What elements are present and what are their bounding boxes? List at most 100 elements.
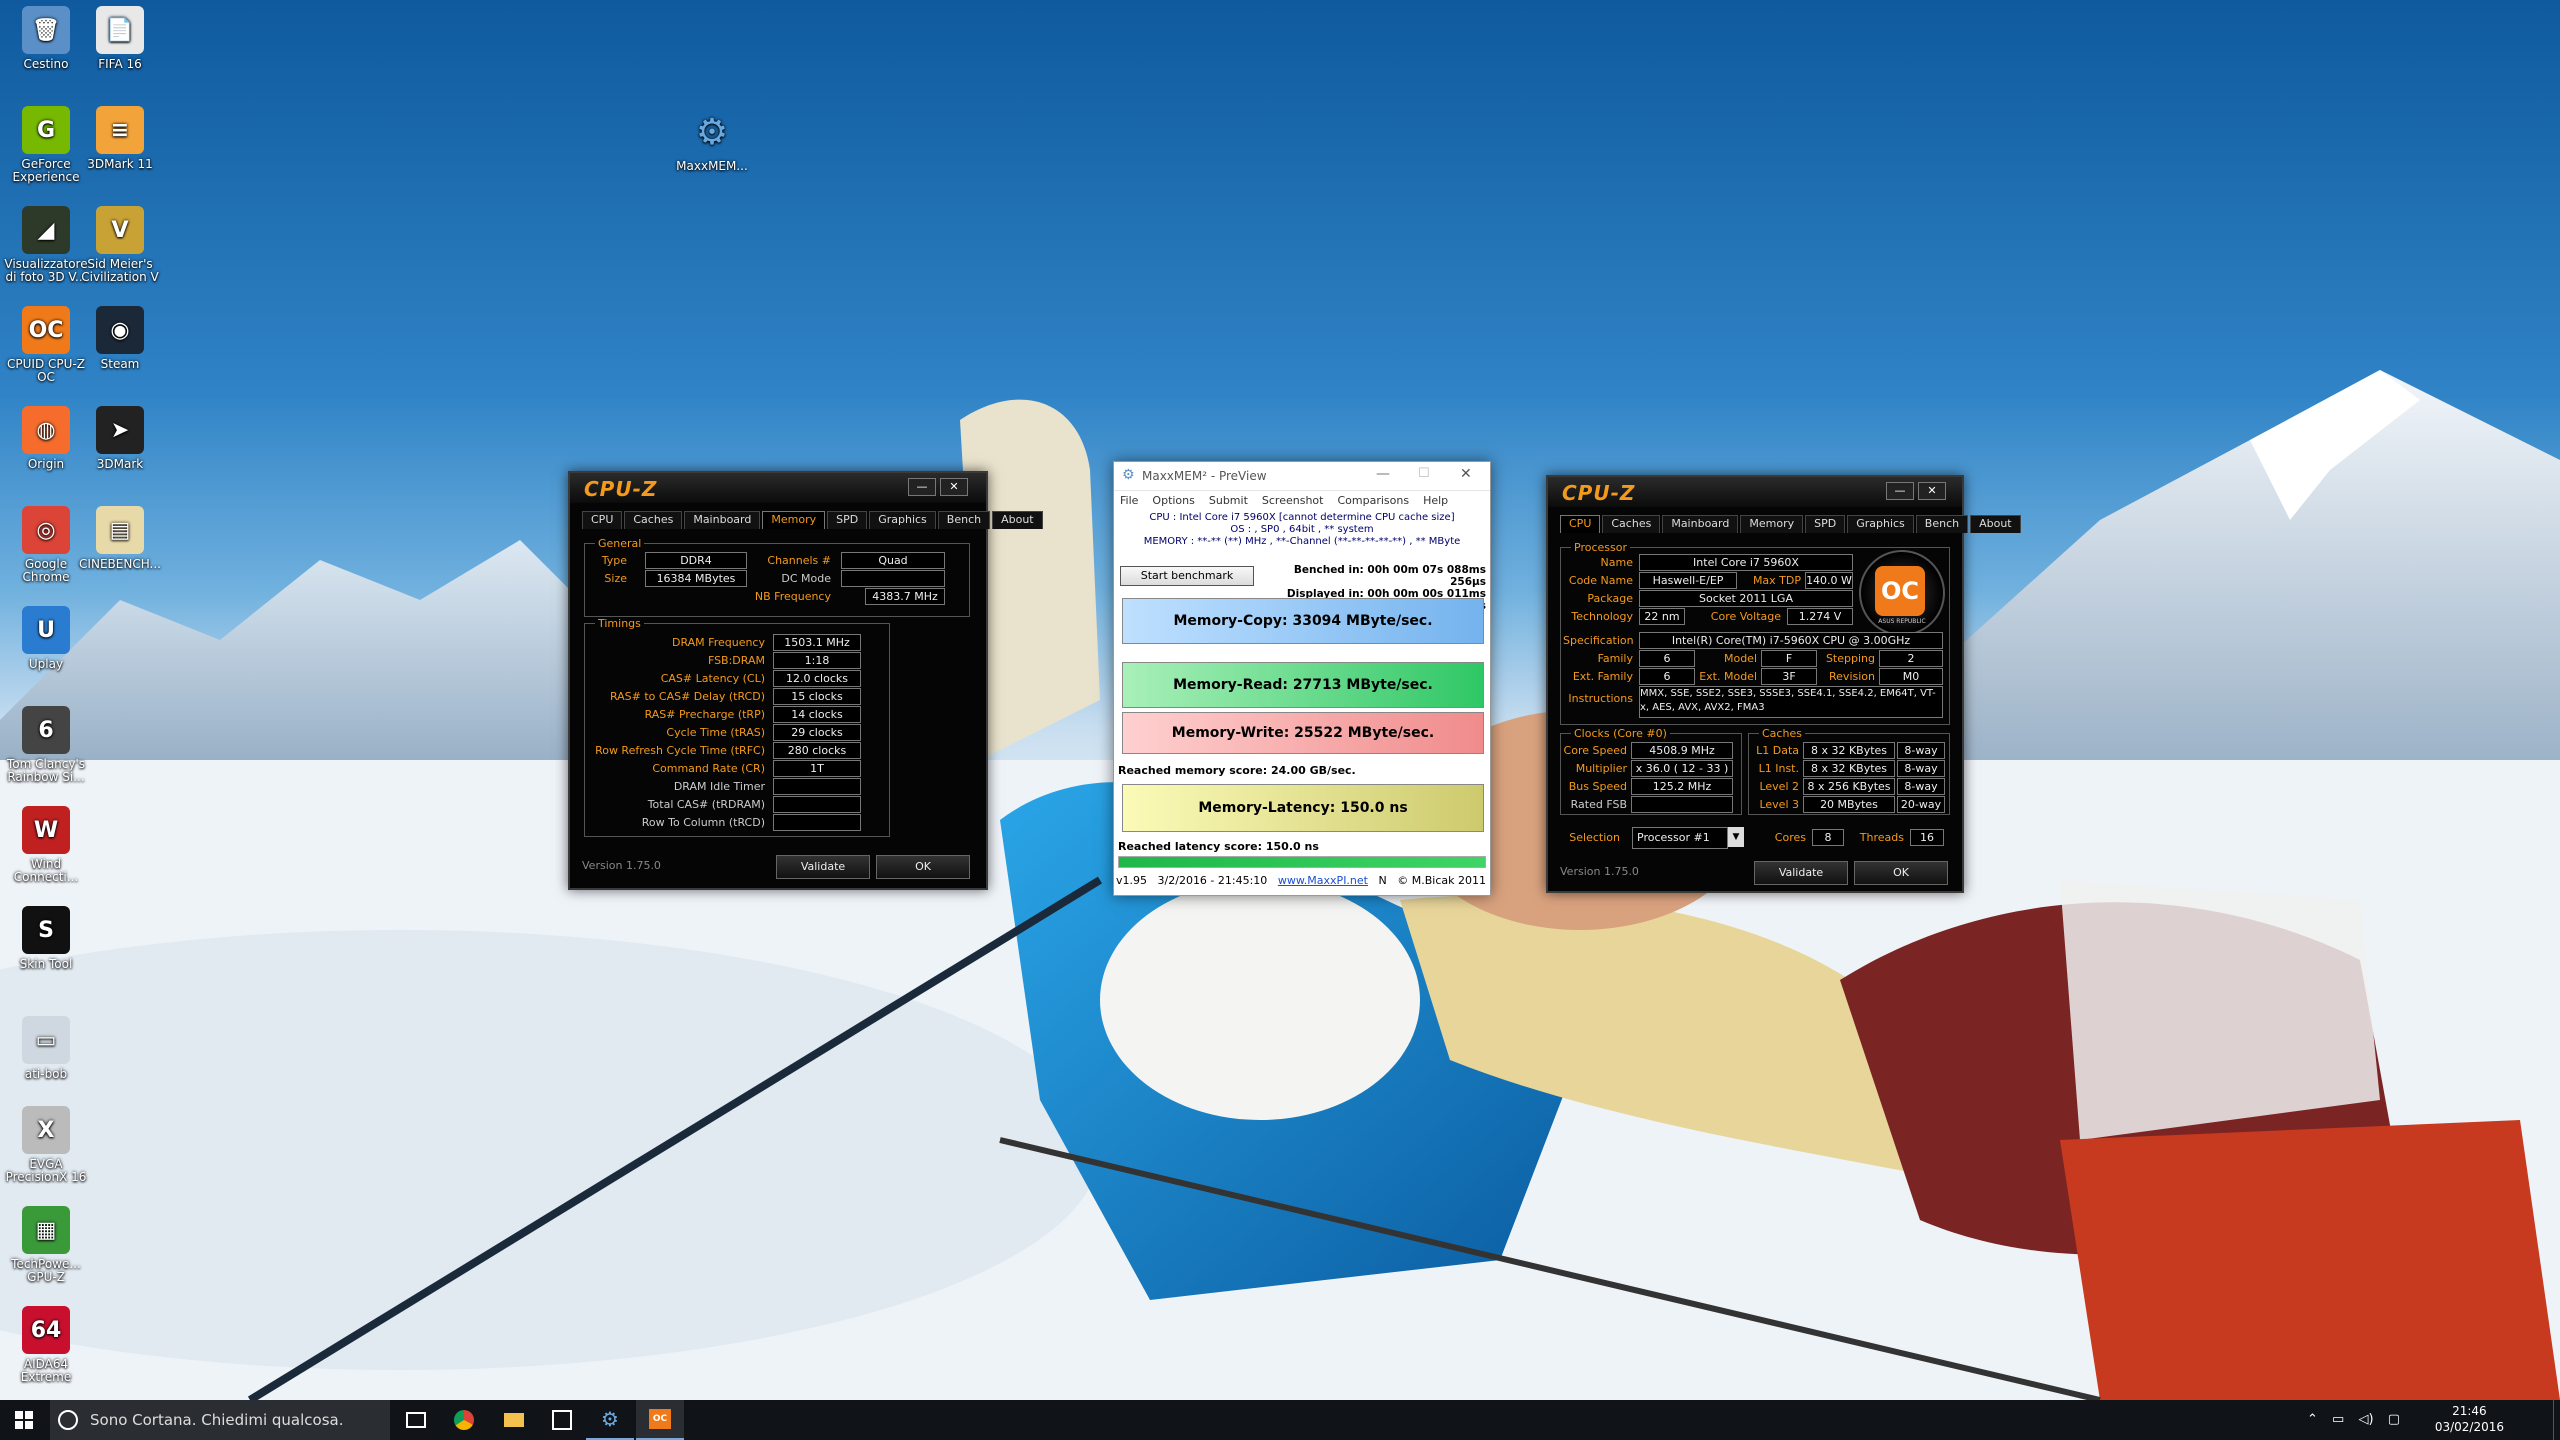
show-desktop-button[interactable]	[2553, 1400, 2560, 1440]
l3-value: 20 MBytes	[1803, 796, 1895, 813]
desktop-icon[interactable]: 6 Tom Clancy's Rainbow Si...	[0, 706, 92, 784]
tab-caches[interactable]: Caches	[624, 511, 683, 529]
tab-bench[interactable]: Bench	[937, 511, 991, 529]
close-button[interactable]: ✕	[1918, 482, 1946, 500]
minimize-button[interactable]: —	[1886, 482, 1914, 500]
menu-item-screenshot[interactable]: Screenshot	[1262, 494, 1324, 507]
chevron-up-icon[interactable]: ⌃	[2307, 1412, 2318, 1427]
ok-button[interactable]: OK	[1854, 861, 1948, 885]
file-explorer-icon[interactable]	[490, 1400, 538, 1440]
rated-fsb-label: Rated FSB	[1570, 798, 1627, 811]
desktop-icon-label: Skin Tool	[19, 957, 73, 971]
tab-bench[interactable]: Bench	[1915, 515, 1969, 533]
desktop-icon[interactable]: S Skin Tool	[0, 906, 92, 971]
cortana-search-box[interactable]: Sono Cortana. Chiedimi qualcosa.	[50, 1400, 390, 1440]
desktop-icon[interactable]: X EVGA PrecisionX 16	[0, 1106, 92, 1184]
tab-memory[interactable]: Memory	[762, 511, 826, 529]
desktop-icon[interactable]: 64 AIDA64 Extreme	[0, 1306, 92, 1384]
tab-memory[interactable]: Memory	[1740, 515, 1804, 533]
validate-button[interactable]: Validate	[776, 855, 870, 879]
tab-about[interactable]: About	[1970, 515, 2021, 533]
validate-button[interactable]: Validate	[1754, 861, 1848, 885]
tab-about[interactable]: About	[992, 511, 1043, 529]
desktop-icon-maxxmem[interactable]: ⚙ MaxxMEM...	[666, 108, 758, 173]
chevron-down-icon[interactable]: ▼	[1728, 827, 1744, 847]
timing-label: Row To Column (tRCD)	[641, 816, 765, 829]
tab-mainboard[interactable]: Mainboard	[684, 511, 761, 529]
menu-item-comparisons[interactable]: Comparisons	[1337, 494, 1409, 507]
close-button[interactable]: ✕	[940, 478, 968, 496]
tab-spd[interactable]: SPD	[827, 511, 868, 529]
app-icon: ≡	[96, 106, 144, 154]
desktop-icon[interactable]: W Wind Connecti...	[0, 806, 92, 884]
desktop-icon[interactable]: ▦ TechPowe... GPU-Z	[0, 1206, 92, 1284]
app-icon: U	[22, 606, 70, 654]
cpuz-taskbar-icon[interactable]: OC	[636, 1400, 684, 1440]
tab-bar: CPU Caches Mainboard Memory SPD Graphics Bench…	[1560, 515, 2023, 533]
timing-label: DRAM Frequency	[671, 636, 765, 649]
tab-cpu[interactable]: CPU	[582, 511, 623, 529]
app-icon: OC	[22, 306, 70, 354]
l2-label: Level 2	[1759, 780, 1799, 793]
desktop-icon[interactable]: 📄 FIFA 16	[74, 6, 166, 71]
tab-graphics[interactable]: Graphics	[869, 511, 936, 529]
minimize-button[interactable]: —	[908, 478, 936, 496]
taskbar-clock[interactable]: 21:46 03/02/2016	[2435, 1403, 2504, 1435]
minimize-button[interactable]: —	[1376, 466, 1390, 482]
ok-button[interactable]: OK	[876, 855, 970, 879]
cpuz-cpu-window[interactable]: CPU-Z — ✕ CPU Caches Mainboard Memory SPD Gra…	[1546, 475, 2021, 893]
maxtdp-value: 140.0 W	[1805, 572, 1853, 589]
desktop-icon[interactable]: ◉ Steam	[74, 306, 166, 371]
cpuz-memory-window[interactable]: CPU-Z — ✕ CPU Caches Mainboard Memory SPD Gra…	[568, 471, 1043, 890]
chrome-taskbar-icon[interactable]	[440, 1400, 488, 1440]
ext-family-value: 6	[1639, 668, 1695, 685]
desktop-icon[interactable]: ≡ 3DMark 11	[74, 106, 166, 171]
memory-score: Reached memory score: 24.00 GB/sec.	[1118, 764, 1356, 777]
maxxmem-gear-icon: ⚙	[695, 111, 729, 153]
window-titlebar[interactable]: CPU-Z — ✕	[1548, 477, 1962, 507]
windows-start-button[interactable]	[0, 1400, 48, 1440]
menu-item-submit[interactable]: Submit	[1209, 494, 1248, 507]
status-n: N	[1378, 874, 1387, 887]
window-titlebar[interactable]: CPU-Z — ✕	[570, 473, 986, 503]
app-icon: S	[22, 906, 70, 954]
tab-graphics[interactable]: Graphics	[1847, 515, 1914, 533]
desktop-icon-label: Sid Meier's Civilization V	[81, 257, 159, 284]
l3-way: 20-way	[1897, 796, 1945, 813]
desktop-icon[interactable]: V Sid Meier's Civilization V	[74, 206, 166, 284]
voltage-value: 1.274 V	[1787, 608, 1853, 625]
tab-caches[interactable]: Caches	[1602, 515, 1661, 533]
tab-cpu[interactable]: CPU	[1560, 515, 1601, 533]
close-button[interactable]: ✕	[1460, 466, 1472, 482]
codename-label: Code Name	[1568, 574, 1633, 587]
desktop-icon[interactable]: ▭ ati-bob	[0, 1016, 92, 1081]
notification-icon[interactable]: ▢	[2388, 1412, 2400, 1427]
instructions-label: Instructions	[1568, 692, 1633, 705]
desktop-icon[interactable]: U Uplay	[0, 606, 92, 671]
processor-select[interactable]: Processor #1	[1632, 827, 1728, 849]
timing-value	[773, 796, 861, 813]
tab-spd[interactable]: SPD	[1805, 515, 1846, 533]
timing-value: 1:18	[773, 652, 861, 669]
timing-label: Command Rate (CR)	[652, 762, 765, 775]
menu-item-file[interactable]: File	[1120, 494, 1138, 507]
start-benchmark-button[interactable]: Start benchmark	[1120, 566, 1254, 586]
desktop-icon[interactable]: ➤ 3DMark	[74, 406, 166, 471]
network-icon[interactable]: ▭	[2332, 1412, 2344, 1427]
menu-item-help[interactable]: Help	[1423, 494, 1448, 507]
timing-label: CAS# Latency (CL)	[660, 672, 765, 685]
maxxmem-taskbar-icon[interactable]: ⚙	[586, 1400, 634, 1440]
dcmode-value	[841, 570, 945, 587]
window-titlebar[interactable]: ⚙ MaxxMEM² - PreView — ☐ ✕	[1114, 462, 1490, 491]
website-link[interactable]: www.MaxxPI.net	[1278, 874, 1368, 887]
maxxmem-window[interactable]: ⚙ MaxxMEM² - PreView — ☐ ✕ File Options Su…	[1113, 461, 1491, 896]
task-view-icon[interactable]	[392, 1400, 440, 1440]
volume-icon[interactable]: ◁)	[2358, 1412, 2373, 1427]
desktop-icon-label: ati-bob	[24, 1067, 68, 1081]
desktop-icon[interactable]: ▤ CINEBENCH...	[74, 506, 166, 571]
system-tray[interactable]: ⌃ ▭ ◁) ▢	[2307, 1412, 2400, 1427]
tab-mainboard[interactable]: Mainboard	[1662, 515, 1739, 533]
store-icon[interactable]	[538, 1400, 586, 1440]
maximize-button[interactable]: ☐	[1418, 466, 1430, 481]
menu-item-options[interactable]: Options	[1152, 494, 1194, 507]
